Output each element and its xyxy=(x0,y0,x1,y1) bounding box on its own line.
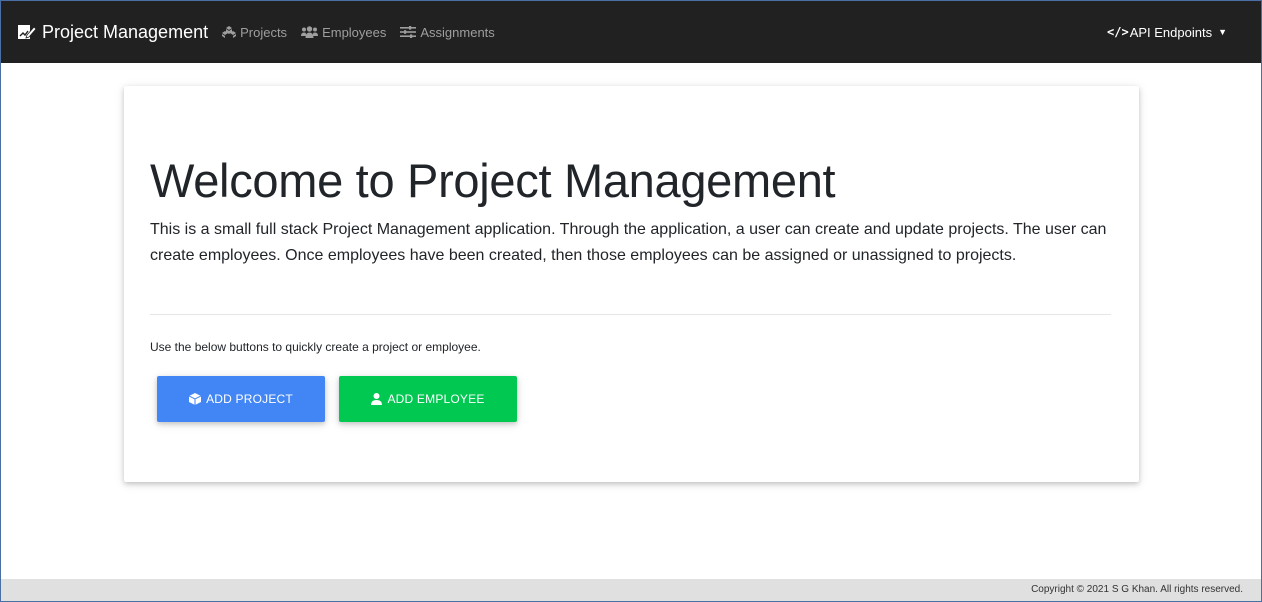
nav-assignments[interactable]: Assignments xyxy=(400,24,495,40)
top-navbar: Project Management Projects Employees As… xyxy=(1,1,1261,63)
page-title: Welcome to Project Management xyxy=(150,154,836,207)
caret-down-icon: ▼ xyxy=(1218,27,1227,37)
copyright-text: Copyright © 2021 S G Khan. All rights re… xyxy=(1031,584,1243,595)
cubes-icon xyxy=(222,26,237,38)
nav-employees-label: Employees xyxy=(322,24,387,40)
nav-projects[interactable]: Projects xyxy=(222,25,287,40)
nav-assignments-label: Assignments xyxy=(420,24,495,40)
divider xyxy=(150,314,1111,315)
nav-projects-label: Projects xyxy=(240,24,288,40)
api-endpoints-label: API Endpoints xyxy=(1129,24,1213,40)
add-project-label: ADD PROJECT xyxy=(206,392,293,406)
add-employee-button[interactable]: ADD EMPLOYEE xyxy=(339,376,517,422)
add-project-button[interactable]: ADD PROJECT xyxy=(157,376,325,422)
brand-link[interactable]: Project Management xyxy=(18,22,208,43)
add-employee-label: ADD EMPLOYEE xyxy=(387,392,485,406)
users-icon xyxy=(301,26,319,38)
brand-title: Project Management xyxy=(42,21,209,42)
hint-text: Use the below buttons to quickly create … xyxy=(150,340,481,354)
welcome-card: Welcome to Project Management This is a … xyxy=(124,86,1139,482)
api-endpoints-dropdown[interactable]: </> API Endpoints ▼ xyxy=(1107,1,1227,63)
user-icon xyxy=(371,393,383,405)
page-footer: Copyright © 2021 S G Khan. All rights re… xyxy=(1,579,1261,601)
project-edit-icon xyxy=(18,25,36,39)
nav-links: Projects Employees Assignments xyxy=(222,25,509,40)
code-icon: </> xyxy=(1107,25,1129,39)
intro-text: This is a small full stack Project Manag… xyxy=(150,221,1107,264)
nav-employees[interactable]: Employees xyxy=(301,25,386,40)
sliders-icon xyxy=(400,26,417,38)
cube-icon xyxy=(189,393,202,405)
